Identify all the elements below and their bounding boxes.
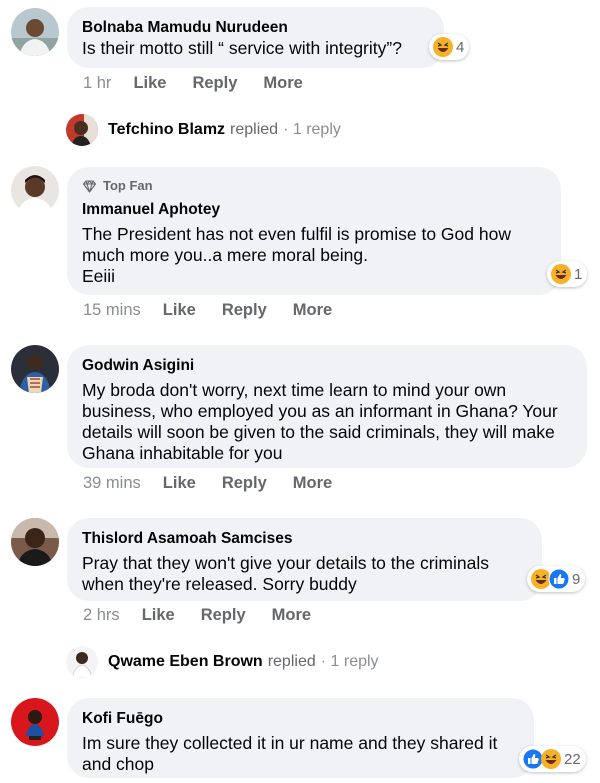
more-button[interactable]: More (293, 472, 332, 494)
comment-timestamp[interactable]: 1 hr (83, 72, 111, 94)
haha-icon (551, 264, 571, 284)
comment-author[interactable]: Immanuel Aphotey (82, 199, 545, 220)
comment-text: My broda don't worry, next time learn to… (82, 380, 558, 463)
reply-author[interactable]: Tefchino Blamz (108, 121, 225, 139)
reaction-summary[interactable]: 9 (527, 566, 586, 592)
comment-author[interactable]: Kofi Fuēgo (82, 708, 518, 729)
like-button[interactable]: Like (142, 604, 175, 626)
comment-actions: 39 mins Like Reply More (83, 472, 358, 494)
avatar[interactable] (11, 698, 59, 746)
reaction-summary[interactable]: 22 (519, 746, 586, 772)
diamond-icon (82, 179, 97, 193)
avatar (66, 114, 98, 146)
avatar (66, 646, 98, 678)
comment-bubble: Godwin Asigini My broda don't worry, nex… (67, 345, 587, 468)
comment-timestamp[interactable]: 15 mins (83, 299, 141, 321)
like-button[interactable]: Like (163, 472, 196, 494)
reply-count[interactable]: · 1 reply (283, 121, 341, 139)
comment-text: The President has not even fulfil is pro… (82, 224, 511, 286)
comment-bubble: Kofi Fuēgo Im sure they collected it in … (67, 698, 534, 778)
more-button[interactable]: More (263, 72, 302, 94)
reaction-count: 9 (572, 570, 581, 588)
replied-label: replied (230, 121, 279, 138)
haha-icon (433, 37, 453, 57)
comment-actions: 2 hrs Like Reply More (83, 604, 337, 626)
replied-label: replied (267, 653, 316, 670)
top-fan-badge: Top Fan (82, 177, 545, 195)
haha-icon (541, 749, 561, 769)
like-button[interactable]: Like (163, 299, 196, 321)
comment-bubble: Bolnaba Mamudu Nurudeen Is their motto s… (67, 7, 444, 68)
avatar[interactable] (11, 345, 59, 393)
comment-text: Pray that they won't give your details t… (82, 553, 490, 594)
reaction-count: 1 (574, 265, 583, 283)
reaction-summary[interactable]: 1 (547, 261, 588, 287)
comment-text: Im sure they collected it in ur name and… (82, 733, 498, 774)
reply-count[interactable]: · 1 reply (321, 653, 379, 671)
reply-thread-link[interactable]: Tefchino Blamz replied · 1 reply (66, 114, 341, 146)
reply-button[interactable]: Reply (201, 604, 246, 626)
top-fan-label: Top Fan (103, 178, 153, 193)
reaction-summary[interactable]: 4 (429, 34, 470, 60)
comment-bubble: Thislord Asamoah Samcises Pray that they… (67, 518, 542, 601)
more-button[interactable]: More (272, 604, 311, 626)
like-icon (548, 568, 570, 590)
comment-timestamp[interactable]: 2 hrs (83, 604, 120, 626)
comment-author[interactable]: Thislord Asamoah Samcises (82, 528, 526, 549)
more-button[interactable]: More (293, 299, 332, 321)
reply-button[interactable]: Reply (222, 472, 267, 494)
like-button[interactable]: Like (133, 72, 166, 94)
comment-bubble: Top Fan Immanuel Aphotey The President h… (67, 167, 561, 295)
comment-text: Is their motto still “ service with inte… (82, 38, 402, 58)
avatar[interactable] (11, 8, 59, 56)
reply-author[interactable]: Qwame Eben Brown (108, 653, 263, 671)
reaction-count: 4 (456, 38, 465, 56)
comment-author[interactable]: Godwin Asigini (82, 355, 571, 376)
reply-button[interactable]: Reply (222, 299, 267, 321)
reply-count-text: 1 reply (330, 653, 379, 670)
reply-thread-link[interactable]: Qwame Eben Brown replied · 1 reply (66, 646, 379, 678)
reply-count-text: 1 reply (292, 121, 341, 138)
avatar[interactable] (11, 166, 59, 214)
comment-actions: 15 mins Like Reply More (83, 299, 358, 321)
comment-timestamp[interactable]: 39 mins (83, 472, 141, 494)
comment-author[interactable]: Bolnaba Mamudu Nurudeen (82, 17, 428, 38)
reaction-count: 22 (564, 750, 581, 768)
comment-actions: 1 hr Like Reply More (83, 72, 329, 94)
reply-button[interactable]: Reply (192, 72, 237, 94)
avatar[interactable] (11, 518, 59, 566)
